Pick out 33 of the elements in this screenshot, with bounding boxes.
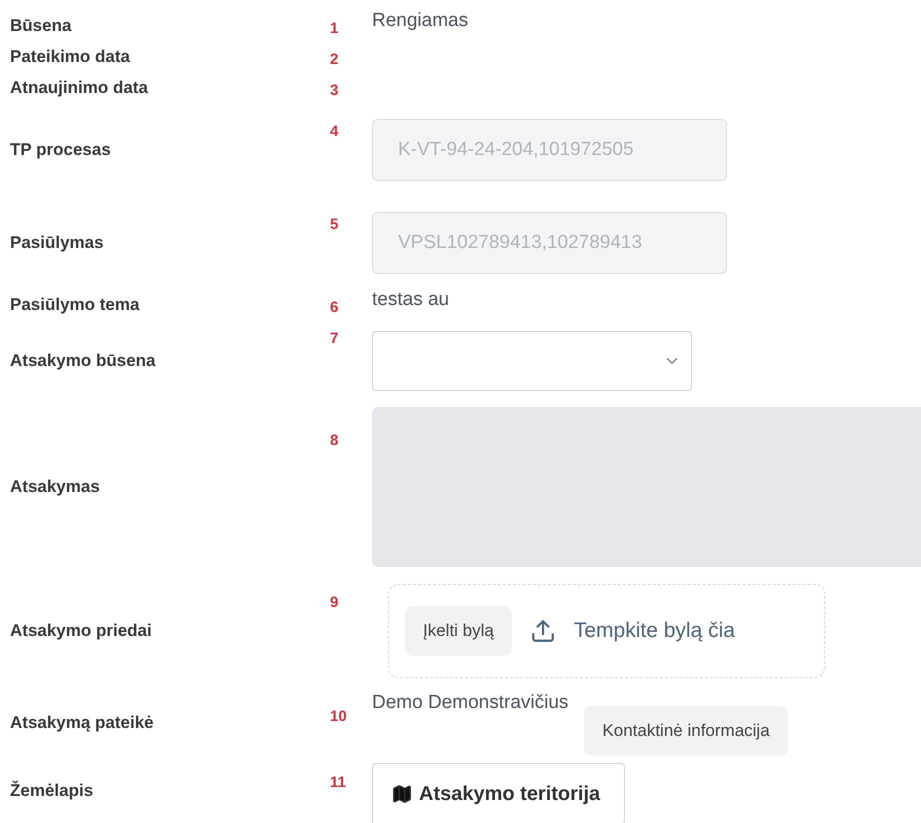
- marker-number: 9: [330, 594, 340, 611]
- marker-number: 1: [330, 20, 340, 37]
- field-label: Atsakymą pateikė: [10, 713, 155, 733]
- field-label: Žemėlapis: [10, 781, 94, 801]
- marker-number: 7: [330, 330, 340, 347]
- field-value: testas au: [372, 289, 450, 311]
- marker-number: 5: [330, 216, 340, 233]
- file-dropzone[interactable]: Įkelti bylą Tempkite bylą čia: [388, 584, 825, 678]
- field-value: Demo Demonstravičius: [372, 692, 568, 714]
- field-label: Būsena: [10, 16, 72, 36]
- field-label: Atsakymo būsena: [10, 351, 156, 371]
- marker-number: 2: [330, 51, 340, 68]
- marker-number: 4: [330, 123, 340, 140]
- field-label: Atsakymas: [10, 477, 101, 497]
- contact-info-button[interactable]: Kontaktinė informacija: [584, 706, 788, 756]
- field-label: Pasiūlymas: [10, 232, 105, 252]
- field-label: Atsakymo priedai: [10, 621, 153, 641]
- field-label: Pateikimo data: [10, 46, 131, 66]
- marker-number: 3: [330, 82, 340, 99]
- upload-icon: [530, 618, 556, 644]
- marker-number: 8: [330, 432, 340, 449]
- upload-file-button[interactable]: Įkelti bylą: [405, 606, 512, 656]
- map-icon: [391, 783, 413, 805]
- field-label: Pasiūlymo tema: [10, 294, 140, 314]
- field-label: TP procesas: [10, 140, 112, 160]
- field-label: Atnaujinimo data: [10, 78, 149, 98]
- marker-number: 10: [330, 708, 348, 725]
- field-value: Rengiamas: [372, 10, 468, 32]
- drop-hint: Tempkite bylą čia: [574, 619, 735, 643]
- select-field[interactable]: [372, 331, 692, 391]
- marker-number: 11: [330, 774, 347, 791]
- marker-number: 6: [330, 299, 340, 316]
- map-territory-button[interactable]: Atsakymo teritorija: [372, 763, 626, 823]
